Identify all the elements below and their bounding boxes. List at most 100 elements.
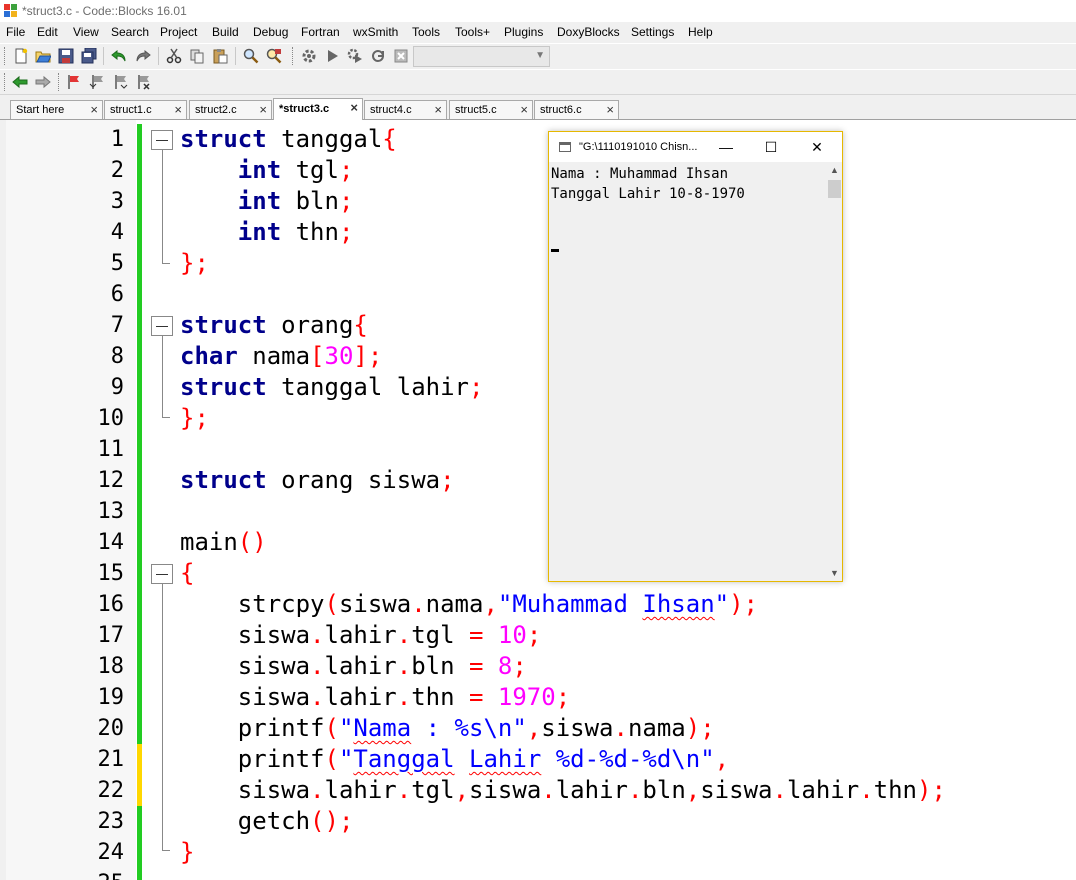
find-icon[interactable] — [243, 48, 259, 64]
run-icon[interactable] — [324, 48, 340, 64]
tab-struct2[interactable]: struct2.c × — [189, 100, 272, 119]
rebuild-icon[interactable] — [370, 48, 386, 64]
code-token: . — [396, 621, 412, 649]
scroll-up-icon[interactable]: ▲ — [830, 165, 839, 175]
menu-tools-plus[interactable]: Tools+ — [455, 25, 490, 39]
console-scrollbar[interactable]: ▲ ▼ — [827, 162, 842, 581]
toolbar-grip[interactable] — [4, 47, 8, 65]
close-icon[interactable]: × — [434, 102, 442, 117]
menu-tools[interactable]: Tools — [412, 25, 440, 39]
code-token: 1970 — [497, 683, 556, 711]
menu-project[interactable]: Project — [160, 25, 197, 39]
fold-toggle-icon[interactable] — [151, 564, 173, 584]
code-token: } — [180, 838, 195, 866]
tab-struct6[interactable]: struct6.c × — [534, 100, 619, 119]
navigation-toolbar — [0, 69, 1076, 95]
menu-file[interactable]: File — [6, 25, 25, 39]
clear-bookmarks-icon[interactable] — [135, 74, 151, 90]
code-token: bln — [411, 652, 469, 680]
tab-start-here[interactable]: Start here × — [10, 100, 103, 119]
save-all-icon[interactable] — [81, 48, 97, 64]
menu-build[interactable]: Build — [212, 25, 239, 39]
menu-wxsmith[interactable]: wxSmith — [353, 25, 398, 39]
code-token: thn — [873, 776, 917, 804]
menu-debug[interactable]: Debug — [253, 25, 288, 39]
close-button[interactable]: ✕ — [807, 138, 827, 156]
open-icon[interactable] — [35, 48, 51, 64]
cut-icon[interactable] — [166, 48, 182, 64]
scroll-down-icon[interactable]: ▼ — [830, 568, 839, 578]
console-output-area[interactable]: Nama : Muhammad Ihsan Tanggal Lahir 10-8… — [549, 162, 827, 581]
code-token: siswa — [180, 621, 311, 649]
menu-fortran[interactable]: Fortran — [301, 25, 340, 39]
paste-icon[interactable] — [212, 48, 228, 64]
tab-struct4[interactable]: struct4.c × — [364, 100, 447, 119]
undo-icon[interactable] — [111, 48, 127, 64]
tab-struct5[interactable]: struct5.c × — [449, 100, 533, 119]
tab-label: Start here — [16, 104, 65, 116]
prev-bookmark-icon[interactable] — [89, 74, 105, 90]
scrollbar-thumb[interactable] — [828, 180, 841, 198]
jump-forward-icon[interactable] — [35, 74, 51, 90]
code-token: = — [469, 683, 484, 711]
jump-back-icon[interactable] — [12, 74, 28, 90]
new-file-icon[interactable] — [13, 48, 29, 64]
menu-help[interactable]: Help — [688, 25, 713, 39]
code-token: . — [541, 776, 556, 804]
redo-icon[interactable] — [135, 48, 151, 64]
save-icon[interactable] — [58, 48, 74, 64]
code-token: strcpy — [180, 590, 325, 618]
code-token: ; — [338, 218, 354, 246]
close-icon[interactable]: × — [259, 102, 267, 117]
menu-view[interactable]: View — [73, 25, 99, 39]
close-icon[interactable]: × — [174, 102, 182, 117]
fold-toggle-icon[interactable] — [151, 130, 173, 150]
menu-settings[interactable]: Settings — [631, 25, 674, 39]
console-title-bar[interactable]: "G:\1110191010 Chisn... — ☐ ✕ — [549, 132, 842, 162]
menu-plugins[interactable]: Plugins — [504, 25, 543, 39]
abort-icon[interactable] — [393, 48, 409, 64]
code-token: , — [526, 714, 542, 742]
console-window[interactable]: "G:\1110191010 Chisn... — ☐ ✕ Nama : Muh… — [548, 131, 843, 582]
toolbar-grip[interactable] — [58, 73, 62, 91]
close-icon[interactable]: × — [90, 102, 98, 117]
line-number: 11 — [97, 437, 125, 462]
toolbar-grip[interactable] — [292, 47, 296, 65]
code-token: , — [714, 745, 730, 773]
fold-toggle-icon[interactable] — [151, 316, 173, 336]
maximize-button[interactable]: ☐ — [761, 138, 781, 156]
menu-doxyblocks[interactable]: DoxyBlocks — [557, 25, 620, 39]
menu-edit[interactable]: Edit — [37, 25, 58, 39]
code-token: (); — [310, 807, 354, 835]
code-line: int tgl; — [180, 155, 354, 186]
code-token: lahir — [786, 776, 860, 804]
code-token: tgl — [411, 621, 469, 649]
code-token: ( — [324, 590, 339, 618]
code-token: siswa — [541, 714, 614, 742]
code-token: ); — [917, 776, 946, 804]
build-run-icon[interactable] — [347, 48, 363, 64]
toolbar-grip[interactable] — [4, 73, 8, 91]
tab-label: struct1.c — [110, 104, 152, 116]
line-number: 19 — [97, 685, 125, 710]
code-token: . — [396, 652, 412, 680]
toggle-bookmark-icon[interactable] — [66, 74, 82, 90]
code-editor[interactable]: 1234567891011121314151617181920212223242… — [0, 120, 1076, 880]
code-token: { — [382, 125, 397, 153]
close-icon[interactable]: × — [350, 100, 358, 115]
replace-icon[interactable] — [266, 48, 282, 64]
minimize-button[interactable]: — — [716, 138, 736, 156]
menu-search[interactable]: Search — [111, 25, 149, 39]
copy-icon[interactable] — [189, 48, 205, 64]
build-icon[interactable] — [301, 48, 317, 64]
build-target-select[interactable]: ▼ — [413, 46, 550, 67]
code-token: . — [411, 590, 426, 618]
next-bookmark-icon[interactable] — [112, 74, 128, 90]
code-token: . — [396, 776, 412, 804]
tab-struct3[interactable]: *struct3.c × — [273, 98, 363, 120]
close-icon[interactable]: × — [520, 102, 528, 117]
close-icon[interactable]: × — [606, 102, 614, 117]
tab-struct1[interactable]: struct1.c × — [104, 100, 187, 119]
